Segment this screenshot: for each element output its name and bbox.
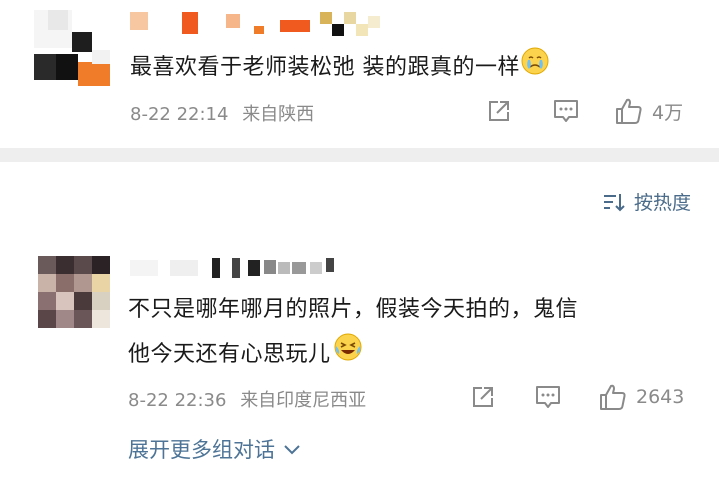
comment-text: 最喜欢看于老师装松弛 装的跟真的一样 [130,46,550,90]
section-divider [0,148,719,162]
comment-text-line-2: 他今天还有心思玩儿 [128,342,331,367]
thumbs-up-icon [600,384,626,410]
sort-label: 按热度 [633,192,691,214]
expand-label: 展开更多组对话 [128,438,275,462]
comment-item-2: 不只是哪年哪月的照片，假装今天拍的，鬼信 他今天还有心思玩儿 8-22 22:3… [0,250,719,430]
thumbs-up-icon [616,98,642,124]
comment-item-1: 最喜欢看于老师装松弛 装的跟真的一样 8-22 22:14 来自陕西 4万 [0,0,719,148]
comment-text: 不只是哪年哪月的照片，假装今天拍的，鬼信 他今天还有心思玩儿 [128,288,578,378]
share-button[interactable] [470,384,496,410]
comment-text-line-1: 不只是哪年哪月的照片，假装今天拍的，鬼信 [128,297,579,322]
share-icon [489,101,509,121]
reply-button[interactable] [552,98,580,124]
comment-icon [554,100,578,122]
share-button[interactable] [486,98,512,124]
laughing-tears-emoji-icon [333,332,363,378]
comment-text-line-2-wrapper: 他今天还有心思玩儿 [128,332,578,378]
comment-location: 来自陕西 [242,104,315,125]
like-count: 2643 [636,386,685,408]
like-button[interactable]: 2643 [598,382,684,412]
sort-icon [603,193,625,211]
crying-face-emoji-icon [520,46,550,90]
comment-meta: 8-22 22:36 来自印度尼西亚 [128,386,366,412]
like-count: 4万 [652,101,684,124]
username-masked[interactable] [130,256,350,280]
share-icon [473,387,493,407]
sort-by-heat-button[interactable]: 按热度 [602,188,691,215]
comment-icon [536,386,560,408]
comment-date: 8-22 22:14 [130,104,229,125]
chevron-down-icon [284,445,300,455]
avatar[interactable] [38,256,110,328]
avatar[interactable] [34,10,110,86]
comment-meta: 8-22 22:14 来自陕西 [130,100,314,126]
like-button[interactable]: 4万 [614,96,683,126]
comment-date: 8-22 22:36 [128,390,227,411]
expand-more-conversations-link[interactable]: 展开更多组对话 [128,434,301,464]
comment-location: 来自印度尼西亚 [240,390,367,411]
comment-text-content: 最喜欢看于老师装松弛 装的跟真的一样 [130,55,520,80]
reply-button[interactable] [534,384,562,410]
username-masked[interactable] [130,10,390,36]
